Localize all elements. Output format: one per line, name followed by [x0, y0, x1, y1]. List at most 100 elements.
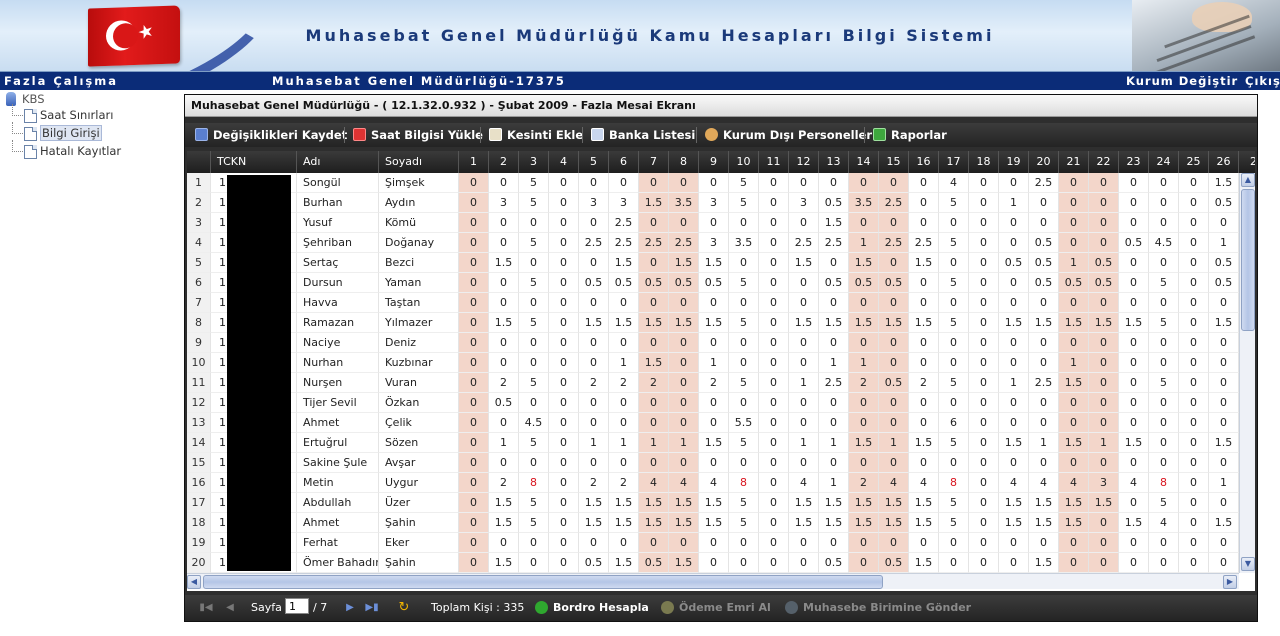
day-value-cell[interactable]: 0.5 — [1029, 233, 1059, 253]
day-value-cell[interactable]: 0.5 — [1209, 253, 1239, 273]
last-name-cell[interactable]: Taştan — [379, 293, 459, 313]
day-value-cell[interactable]: 0 — [969, 533, 999, 553]
day-value-cell[interactable]: 2.5 — [579, 233, 609, 253]
day-value-cell[interactable]: 0 — [789, 453, 819, 473]
day-value-cell[interactable]: 0 — [459, 293, 489, 313]
day-value-cell[interactable]: 0 — [489, 413, 519, 433]
day-value-cell[interactable]: 1.5 — [1029, 513, 1059, 533]
day-value-cell[interactable]: 0 — [1209, 493, 1239, 513]
day-value-cell[interactable]: 1.5 — [699, 253, 729, 273]
day-value-cell[interactable]: 0 — [1089, 373, 1119, 393]
day-value-cell[interactable]: 0 — [1059, 233, 1089, 253]
day-value-cell[interactable]: 0 — [519, 553, 549, 573]
day-value-cell[interactable]: 0 — [459, 493, 489, 513]
first-name-cell[interactable]: Tijer Sevil — [297, 393, 379, 413]
table-row[interactable]: 14 1 Ertuğrul Sözen 0 1 5 0 1 1 1 1 1.5 5 0 1 1 1.5 1 1.5 5 0… — [187, 433, 1255, 453]
day-value-cell[interactable]: 0 — [549, 533, 579, 553]
day-value-cell[interactable]: 0 — [579, 393, 609, 413]
day-value-cell[interactable]: 0 — [459, 313, 489, 333]
day-value-cell[interactable]: 0 — [459, 173, 489, 193]
day-value-cell[interactable]: 0 — [969, 373, 999, 393]
first-name-cell[interactable]: Şehriban — [297, 233, 379, 253]
day-value-cell[interactable]: 1.5 — [579, 513, 609, 533]
day-value-cell[interactable]: 0 — [639, 253, 669, 273]
day-value-cell[interactable]: 1.5 — [1059, 373, 1089, 393]
day-value-cell[interactable]: 0 — [759, 273, 789, 293]
day-value-cell[interactable]: 0 — [519, 333, 549, 353]
day-value-cell[interactable]: 0 — [1149, 333, 1179, 353]
table-row[interactable]: 3 1 Yusuf Kömü 0 0 0 0 0 2.5 0 0 0 0 0 0 1.5 0 0 0 0 0 0 0 0 0 0 0 0… — [187, 213, 1255, 233]
day-value-cell[interactable]: 0 — [1119, 453, 1149, 473]
day-value-cell[interactable]: 0 — [579, 173, 609, 193]
day-value-cell[interactable]: 0 — [849, 173, 879, 193]
day-column-header[interactable]: 23 — [1119, 151, 1149, 173]
day-value-cell[interactable]: 0 — [639, 293, 669, 313]
day-value-cell[interactable]: 0 — [1029, 193, 1059, 213]
day-column-header[interactable]: 12 — [789, 151, 819, 173]
day-value-cell[interactable]: 1 — [699, 353, 729, 373]
day-value-cell[interactable]: 0 — [729, 253, 759, 273]
day-value-cell[interactable]: 0 — [849, 213, 879, 233]
day-value-cell[interactable]: 0 — [549, 473, 579, 493]
day-value-cell[interactable]: 1.5 — [1059, 493, 1089, 513]
day-column-header[interactable]: 19 — [999, 151, 1029, 173]
day-value-cell[interactable]: 1.5 — [1119, 433, 1149, 453]
day-value-cell[interactable]: 0 — [789, 393, 819, 413]
day-value-cell[interactable]: 0 — [549, 333, 579, 353]
day-value-cell[interactable]: 0 — [759, 493, 789, 513]
day-value-cell[interactable]: 3.5 — [729, 233, 759, 253]
day-value-cell[interactable]: 0 — [459, 373, 489, 393]
day-value-cell[interactable]: 5 — [729, 373, 759, 393]
day-value-cell[interactable]: 0 — [1119, 193, 1149, 213]
day-value-cell[interactable]: 2 — [609, 473, 639, 493]
day-value-cell[interactable]: 0 — [579, 353, 609, 373]
day-value-cell[interactable]: 0 — [879, 173, 909, 193]
last-name-cell[interactable]: Deniz — [379, 333, 459, 353]
day-value-cell[interactable]: 0 — [489, 333, 519, 353]
first-name-cell[interactable]: Nurhan — [297, 353, 379, 373]
day-value-cell[interactable]: 0 — [699, 173, 729, 193]
day-value-cell[interactable]: 0 — [489, 453, 519, 473]
day-value-cell[interactable]: 1.5 — [609, 253, 639, 273]
day-value-cell[interactable]: 0 — [639, 413, 669, 433]
day-value-cell[interactable]: 0 — [549, 513, 579, 533]
exit-link[interactable]: Çıkış — [1245, 74, 1280, 88]
day-value-cell[interactable]: 5 — [519, 273, 549, 293]
day-value-cell[interactable]: 1.5 — [849, 493, 879, 513]
first-name-cell[interactable]: Songül — [297, 173, 379, 193]
day-value-cell[interactable]: 0 — [459, 213, 489, 233]
day-value-cell[interactable]: 0 — [1119, 393, 1149, 413]
day-value-cell[interactable]: 1.5 — [789, 513, 819, 533]
day-value-cell[interactable]: 0 — [1119, 293, 1149, 313]
day-value-cell[interactable]: 0 — [579, 453, 609, 473]
table-row[interactable]: 1 1 Songül Şimşek 0 0 5 0 0 0 0 0 0 5 0 0 0 0 0 0 4 0 0 2.5 0 0 0 0… — [187, 173, 1255, 193]
day-value-cell[interactable]: 0 — [519, 533, 549, 553]
day-value-cell[interactable]: 0 — [849, 553, 879, 573]
day-value-cell[interactable]: 0 — [549, 553, 579, 573]
add-deduction-button[interactable]: Kesinti Ekle — [479, 127, 583, 143]
day-value-cell[interactable]: 0 — [609, 413, 639, 433]
day-value-cell[interactable]: 1.5 — [639, 313, 669, 333]
day-value-cell[interactable]: 0 — [969, 453, 999, 473]
day-value-cell[interactable]: 2 — [849, 373, 879, 393]
day-value-cell[interactable]: 0 — [1179, 313, 1209, 333]
day-value-cell[interactable]: 0 — [909, 193, 939, 213]
day-value-cell[interactable]: 1.5 — [1029, 553, 1059, 573]
day-value-cell[interactable]: 5 — [519, 433, 549, 453]
column-header[interactable]: Soyadı — [379, 151, 459, 173]
day-value-cell[interactable]: 0 — [1089, 513, 1119, 533]
day-value-cell[interactable]: 0 — [939, 333, 969, 353]
last-name-cell[interactable]: Kömü — [379, 213, 459, 233]
day-value-cell[interactable]: 8 — [1149, 473, 1179, 493]
day-value-cell[interactable]: 2 — [579, 473, 609, 493]
day-value-cell[interactable]: 1.5 — [909, 553, 939, 573]
day-value-cell[interactable]: 5 — [729, 493, 759, 513]
day-value-cell[interactable]: 1.5 — [699, 433, 729, 453]
day-value-cell[interactable]: 0 — [1149, 293, 1179, 313]
day-value-cell[interactable]: 5 — [1149, 273, 1179, 293]
day-value-cell[interactable]: 0 — [1029, 293, 1059, 313]
last-name-cell[interactable]: Özkan — [379, 393, 459, 413]
day-value-cell[interactable]: 1 — [999, 373, 1029, 393]
day-value-cell[interactable]: 1 — [819, 433, 849, 453]
tree-item-data-entry[interactable]: Bilgi Girişi — [4, 122, 182, 143]
